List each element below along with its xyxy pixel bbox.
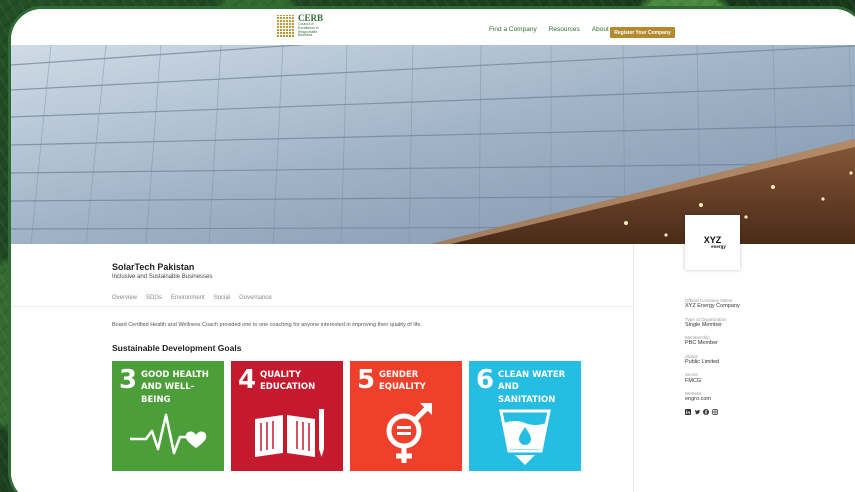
info-website: Website engro.com bbox=[685, 391, 795, 404]
twitter-icon[interactable] bbox=[694, 409, 700, 415]
tab-overview[interactable]: Overview bbox=[112, 295, 137, 301]
facebook-icon[interactable] bbox=[703, 409, 709, 416]
browser-frame: CERB Council of Excellence in Responsibl… bbox=[8, 6, 855, 492]
sdg-tile-3[interactable]: 3 GOOD HEALTH AND WELL-BEING bbox=[112, 361, 224, 471]
tab-sdgs[interactable]: SDGs bbox=[146, 295, 162, 301]
linkedin-icon[interactable] bbox=[685, 409, 691, 416]
sdg-number: 5 bbox=[357, 365, 376, 395]
company-name: SolarTech Pakistan bbox=[112, 262, 195, 272]
nav-find-company[interactable]: Find a Company bbox=[489, 26, 537, 33]
sdg-tile-4[interactable]: 4 QUALITY EDUCATION bbox=[231, 361, 343, 471]
sdg-title-line2: EQUALITY bbox=[379, 382, 426, 393]
main-nav: Find a Company Resources About bbox=[489, 26, 609, 33]
social-links bbox=[685, 409, 795, 416]
site-logo[interactable]: CERB Council of Excellence in Responsibl… bbox=[277, 13, 333, 39]
website-link[interactable]: engro.com bbox=[685, 396, 795, 403]
info-company-name: Official Company Name XYZ Energy Company bbox=[685, 298, 740, 310]
site-header: CERB Council of Excellence in Responsibl… bbox=[11, 9, 855, 45]
info-membership: Membership PBC Member bbox=[685, 335, 719, 347]
tab-environment[interactable]: Environment bbox=[171, 295, 205, 301]
gender-equality-icon bbox=[386, 403, 432, 463]
instagram-icon[interactable] bbox=[712, 409, 718, 416]
sdg-heading: Sustainable Development Goals bbox=[112, 343, 242, 353]
company-logo: XYZ energy bbox=[685, 215, 740, 270]
sdg-title-line1: QUALITY bbox=[260, 370, 301, 380]
company-description: Board Certified Health and Wellness Coac… bbox=[112, 322, 422, 328]
profile-tabs: Overview SDGs Environment Social Governa… bbox=[112, 295, 272, 301]
sdg-title-line1: GENDER bbox=[379, 370, 419, 380]
company-info: Official Company Name XYZ Energy Company… bbox=[685, 298, 795, 416]
sdg-number: 4 bbox=[238, 365, 257, 395]
book-pencil-icon bbox=[255, 409, 324, 457]
sdg-title-line1: CLEAN WATER bbox=[498, 370, 566, 380]
sdg-number: 6 bbox=[476, 365, 495, 395]
company-tagline: Inclusive and Sustainable Businesses bbox=[112, 274, 213, 280]
sdg-tiles: 3 GOOD HEALTH AND WELL-BEING 4 QUALITY E… bbox=[112, 361, 581, 471]
heartbeat-icon bbox=[130, 413, 207, 455]
logo-grid-icon bbox=[277, 15, 295, 37]
sdg-tile-5[interactable]: 5 GENDER EQUALITY bbox=[350, 361, 462, 471]
info-sector: Sector FMCG bbox=[685, 372, 702, 384]
sdg-number: 3 bbox=[119, 365, 138, 395]
company-logo-subtext: energy bbox=[711, 243, 726, 249]
sidebar-divider bbox=[633, 244, 634, 492]
nav-about[interactable]: About bbox=[592, 26, 609, 33]
tab-social[interactable]: Social bbox=[214, 295, 230, 301]
info-organization-type: Type of Organization Single Member bbox=[685, 316, 727, 328]
logo-subtitle: Council of Excellence in Responsible Bus… bbox=[298, 21, 319, 38]
register-company-button[interactable]: Register Your Company bbox=[610, 27, 675, 38]
info-status: Status Public Limited bbox=[685, 353, 720, 365]
sdg-title-line1: GOOD HEALTH bbox=[141, 370, 209, 380]
tab-governance[interactable]: Governance bbox=[239, 295, 272, 301]
sdg-title-line2: EDUCATION bbox=[260, 382, 316, 393]
nav-resources[interactable]: Resources bbox=[549, 26, 580, 33]
tabs-underline bbox=[11, 306, 633, 307]
water-glass-icon bbox=[499, 409, 551, 465]
sdg-tile-6[interactable]: 6 CLEAN WATER AND SANITATION bbox=[469, 361, 581, 471]
